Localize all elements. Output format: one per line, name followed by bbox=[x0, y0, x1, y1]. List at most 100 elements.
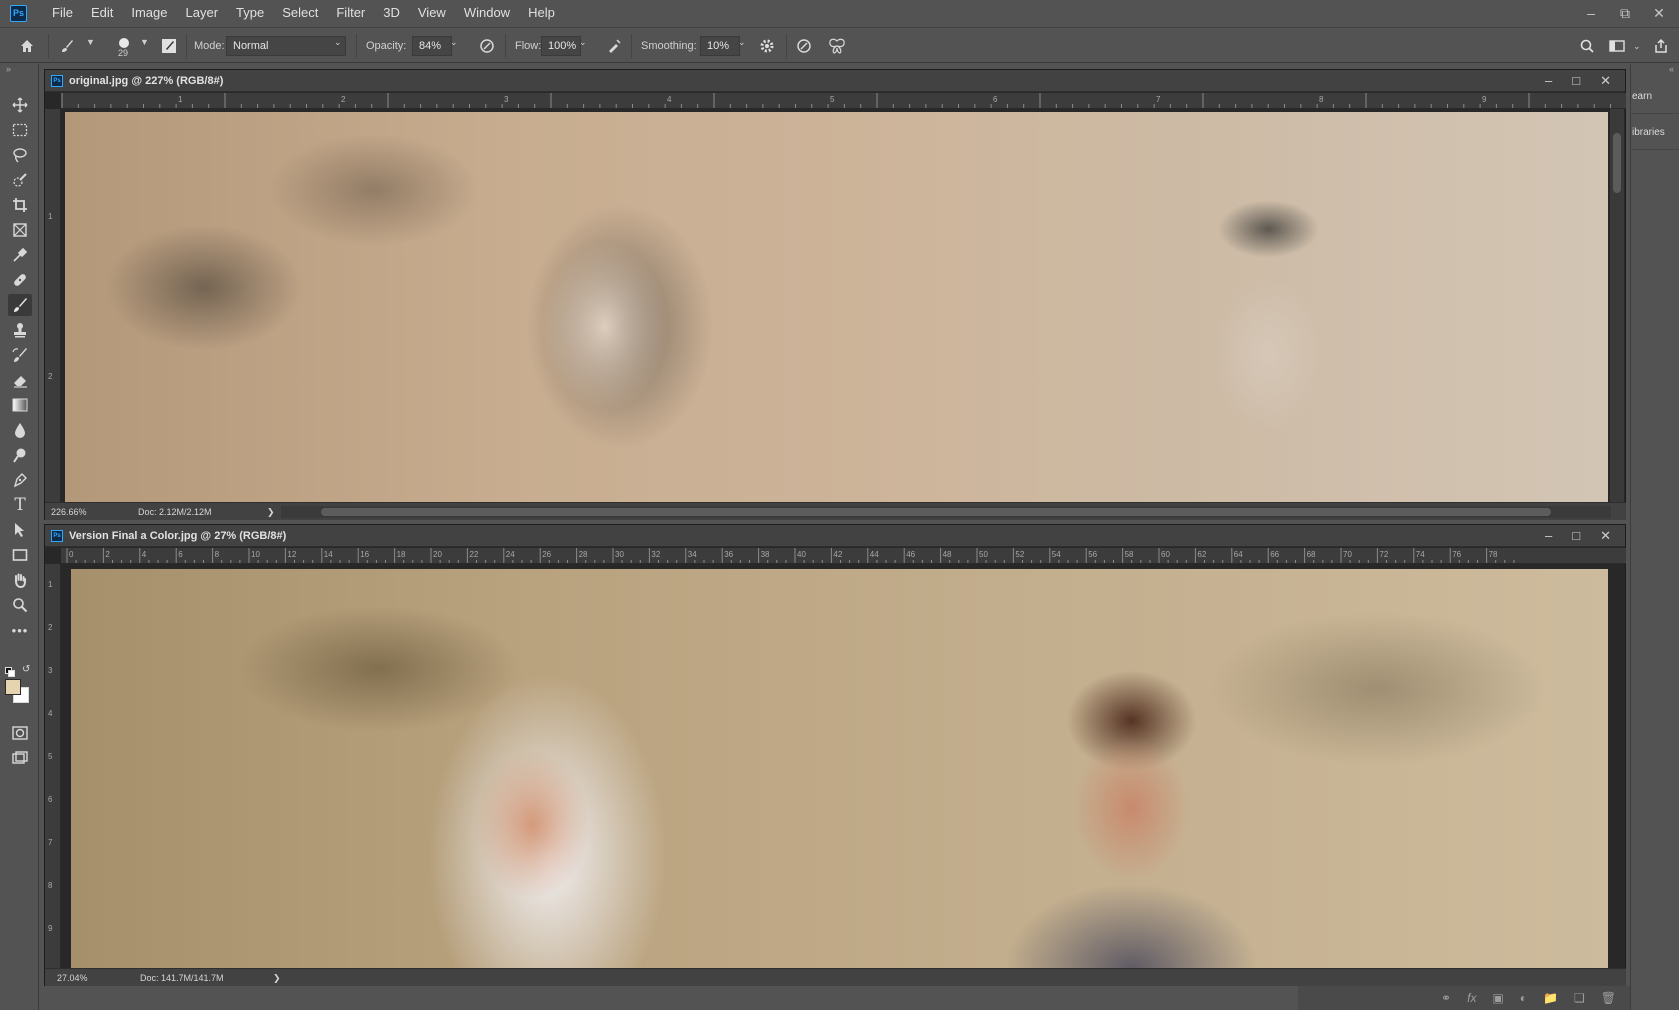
horizontal-scrollbar[interactable] bbox=[281, 506, 1611, 518]
chevron-down-icon[interactable]: ▼ bbox=[140, 37, 149, 47]
zoom-level[interactable]: 27.04% bbox=[57, 973, 88, 983]
new-layer-icon[interactable]: ❏ bbox=[1574, 991, 1585, 1005]
lasso-tool-icon[interactable] bbox=[8, 144, 32, 166]
ruler-tick-label: 42 bbox=[833, 550, 843, 559]
chevron-down-icon[interactable]: ⌄ bbox=[738, 37, 746, 48]
smoothing-options-gear-icon[interactable] bbox=[756, 35, 778, 57]
adjustment-layer-icon[interactable]: ◐ bbox=[1520, 991, 1527, 1005]
document-title-bar[interactable]: Ps original.jpg @ 227% (RGB/8#) – □ ✕ bbox=[45, 70, 1625, 92]
restore-icon[interactable]: ⧉ bbox=[1617, 5, 1633, 21]
maximize-icon[interactable]: □ bbox=[1572, 73, 1580, 89]
maximize-icon[interactable]: □ bbox=[1572, 528, 1580, 544]
libraries-panel-tab[interactable]: ibraries bbox=[1631, 116, 1679, 150]
menu-file[interactable]: File bbox=[43, 0, 82, 26]
minimize-icon[interactable]: – bbox=[1545, 528, 1552, 544]
screen-mode-icon[interactable] bbox=[8, 747, 32, 769]
layer-style-fx-icon[interactable]: fx bbox=[1467, 991, 1476, 1005]
frame-tool-icon[interactable] bbox=[8, 219, 32, 241]
learn-panel-tab[interactable]: earn bbox=[1631, 80, 1679, 114]
link-layers-icon[interactable]: ⚭ bbox=[1441, 991, 1451, 1005]
workspace-icon[interactable] bbox=[1606, 35, 1628, 57]
document-window-final-color[interactable]: Ps Version Final a Color.jpg @ 27% (RGB/… bbox=[44, 524, 1626, 986]
pressure-size-icon[interactable] bbox=[793, 35, 815, 57]
brush-tool-preset-icon[interactable] bbox=[56, 35, 78, 57]
scrollbar-thumb[interactable] bbox=[321, 508, 1551, 516]
chevron-down-icon[interactable]: ⌄ bbox=[579, 37, 587, 48]
chevron-down-icon[interactable]: ⌄ bbox=[450, 37, 458, 48]
pressure-opacity-icon[interactable] bbox=[476, 35, 498, 57]
eyedropper-tool-icon[interactable] bbox=[8, 244, 32, 266]
ruler-tick-label: 14 bbox=[323, 550, 333, 559]
minimize-icon[interactable]: – bbox=[1545, 73, 1552, 89]
zoom-tool-icon[interactable] bbox=[8, 594, 32, 616]
collapse-panel-icon[interactable]: » bbox=[6, 64, 11, 74]
search-icon[interactable] bbox=[1576, 35, 1598, 57]
ruler-tick-label: 4 bbox=[141, 550, 147, 559]
menu-filter[interactable]: Filter bbox=[327, 0, 374, 26]
expand-panel-icon[interactable]: « bbox=[1669, 64, 1674, 74]
type-tool-icon[interactable]: T bbox=[8, 494, 32, 516]
healing-brush-tool-icon[interactable] bbox=[8, 269, 32, 291]
menu-window[interactable]: Window bbox=[455, 0, 519, 26]
menu-3d[interactable]: 3D bbox=[374, 0, 409, 26]
swap-colors-icon[interactable]: ↺ bbox=[22, 664, 30, 675]
smoothing-field[interactable]: 10% bbox=[700, 36, 740, 56]
ruler-tick-label: 62 bbox=[1197, 550, 1207, 559]
quick-selection-tool-icon[interactable] bbox=[8, 169, 32, 191]
menu-edit[interactable]: Edit bbox=[82, 0, 122, 26]
close-icon[interactable]: ✕ bbox=[1600, 528, 1611, 544]
home-icon[interactable] bbox=[16, 35, 38, 57]
vertical-scrollbar[interactable] bbox=[1610, 109, 1624, 502]
move-tool-icon[interactable] bbox=[8, 94, 32, 116]
default-colors-icon[interactable] bbox=[5, 666, 15, 680]
canvas-original-photo[interactable] bbox=[65, 112, 1608, 502]
menu-help[interactable]: Help bbox=[519, 0, 564, 26]
document-title-bar[interactable]: Ps Version Final a Color.jpg @ 27% (RGB/… bbox=[45, 525, 1625, 547]
minimize-icon[interactable]: – bbox=[1583, 5, 1599, 21]
gradient-tool-icon[interactable] bbox=[8, 394, 32, 416]
menu-select[interactable]: Select bbox=[273, 0, 327, 26]
quick-mask-icon[interactable] bbox=[8, 722, 32, 744]
chevron-down-icon[interactable]: ⌄ bbox=[1633, 41, 1641, 52]
hand-tool-icon[interactable] bbox=[8, 569, 32, 591]
dodge-tool-icon[interactable] bbox=[8, 444, 32, 466]
path-selection-tool-icon[interactable] bbox=[8, 519, 32, 541]
brush-settings-panel-icon[interactable] bbox=[158, 35, 180, 57]
blur-tool-icon[interactable] bbox=[8, 419, 32, 441]
canvas-final-color-photo[interactable] bbox=[71, 569, 1608, 968]
document-window-original[interactable]: Ps original.jpg @ 227% (RGB/8#) – □ ✕ 1 … bbox=[44, 69, 1626, 520]
close-icon[interactable]: ✕ bbox=[1600, 73, 1611, 89]
clone-stamp-tool-icon[interactable] bbox=[8, 319, 32, 341]
crop-tool-icon[interactable] bbox=[8, 194, 32, 216]
pen-tool-icon[interactable] bbox=[8, 469, 32, 491]
flow-field[interactable]: 100% bbox=[541, 36, 581, 56]
close-icon[interactable]: ✕ bbox=[1651, 5, 1667, 21]
marquee-tool-icon[interactable] bbox=[8, 119, 32, 141]
delete-layer-trash-icon[interactable]: 🗑 bbox=[1601, 991, 1616, 1005]
more-tools-icon[interactable]: ••• bbox=[8, 619, 32, 641]
zoom-level[interactable]: 226.66% bbox=[51, 507, 87, 517]
add-mask-icon[interactable]: ▣ bbox=[1492, 991, 1503, 1005]
menu-image[interactable]: Image bbox=[122, 0, 176, 26]
chevron-down-icon[interactable]: ▼ bbox=[86, 37, 95, 47]
opacity-field[interactable]: 84% bbox=[412, 36, 452, 56]
share-icon[interactable] bbox=[1650, 35, 1672, 57]
rectangle-tool-icon[interactable] bbox=[8, 544, 32, 566]
mode-dropdown[interactable]: Normal bbox=[226, 36, 346, 56]
history-brush-tool-icon[interactable] bbox=[8, 344, 32, 366]
new-group-folder-icon[interactable]: 📁 bbox=[1543, 991, 1558, 1005]
menu-view[interactable]: View bbox=[409, 0, 455, 26]
menu-type[interactable]: Type bbox=[227, 0, 273, 26]
ruler-tick-label: 66 bbox=[1270, 550, 1280, 559]
airbrush-icon[interactable] bbox=[603, 35, 625, 57]
ruler-tick-label: 2 bbox=[105, 550, 110, 559]
foreground-color-swatch[interactable] bbox=[5, 679, 21, 695]
symmetry-butterfly-icon[interactable] bbox=[826, 35, 848, 57]
chevron-right-icon[interactable]: ❯ bbox=[267, 507, 275, 518]
scrollbar-thumb[interactable] bbox=[1613, 133, 1621, 193]
menu-layer[interactable]: Layer bbox=[177, 0, 228, 26]
brush-tool-icon[interactable] bbox=[8, 294, 32, 316]
chevron-right-icon[interactable]: ❯ bbox=[273, 973, 281, 984]
chevron-down-icon[interactable]: ⌄ bbox=[334, 37, 342, 48]
eraser-tool-icon[interactable] bbox=[8, 369, 32, 391]
